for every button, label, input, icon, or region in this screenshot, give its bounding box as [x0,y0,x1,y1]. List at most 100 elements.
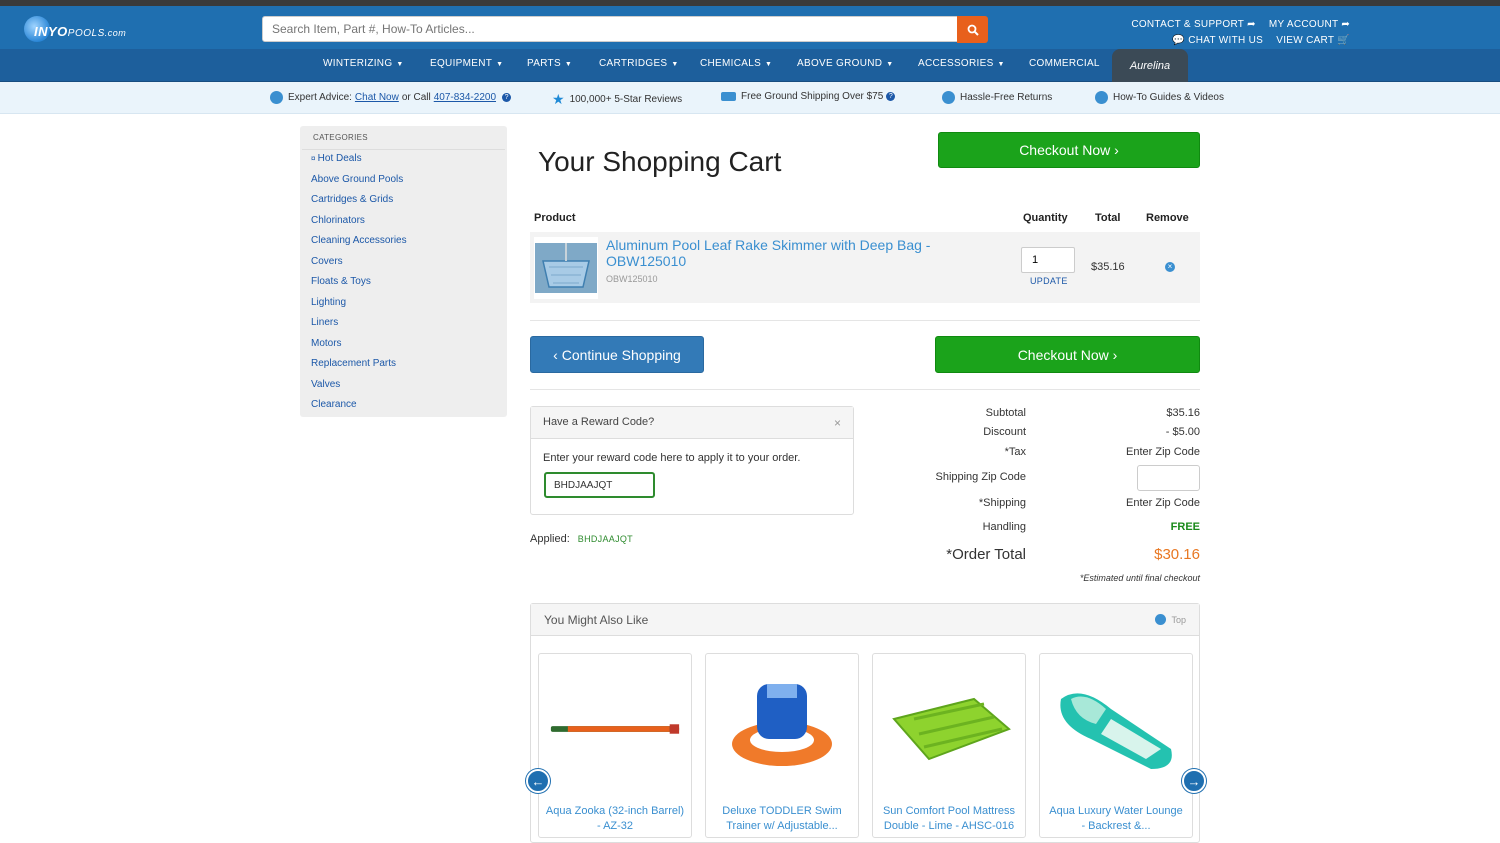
col-total: Total [1095,212,1121,224]
reviews-badge: ★ 100,000+ 5-Star Reviews [552,91,683,107]
phone-link[interactable]: 407-834-2200 [434,92,496,103]
reward-instructions: Enter your reward code here to apply it … [543,452,801,464]
applied-code-status: Applied: BHDJAAJQT [530,533,633,545]
applied-code-value: BHDJAAJQT [577,534,633,544]
product-image [883,664,1015,794]
tax-value: Enter Zip Code [1126,446,1200,458]
product-card-name[interactable]: Aqua Zooka (32-inch Barrel) - AZ-32 [545,804,685,834]
info-bar: Expert Advice: Chat Now or Call 407-834-… [0,82,1500,114]
search-icon [967,24,979,36]
nav-accessories[interactable]: ACCESSORIES ▼ [918,58,1005,69]
sidebar-item-cartridges[interactable]: Cartridges & Grids [311,194,393,205]
handling-value: FREE [1170,521,1200,533]
guides-link[interactable]: How-To Guides & Videos [1095,91,1224,104]
pool-mattress-image [892,697,1011,761]
close-icon[interactable]: × [834,416,841,430]
sidebar-item-lighting[interactable]: Lighting [311,297,346,308]
nav-equipment[interactable]: EQUIPMENT ▼ [430,58,503,69]
nav-chemicals[interactable]: CHEMICALS ▼ [700,58,772,69]
sidebar-item-replacement-parts[interactable]: Replacement Parts [311,358,396,369]
col-quantity: Quantity [1023,212,1068,224]
chevron-left-icon: ‹ [553,346,558,363]
checkout-now-button-top[interactable]: Checkout Now › [938,132,1200,168]
nav-brand-logo[interactable]: Aurelina [1112,49,1188,82]
product-image [549,664,681,794]
chevron-right-icon: › [1112,346,1118,363]
star-icon: ★ [552,91,565,107]
caret-down-icon: ▼ [671,61,679,68]
sidebar-item-above-ground-pools[interactable]: Above Ground Pools [311,174,403,185]
reward-code-panel: Have a Reward Code? × Enter your reward … [530,406,854,515]
checkout-now-button[interactable]: Checkout Now › [935,336,1200,373]
contact-support-link[interactable]: CONTACT & SUPPORT ➦ [1131,17,1256,33]
shipping-zip-input[interactable] [1137,465,1200,491]
help-icon[interactable]: ? [502,93,512,102]
product-card-name[interactable]: Deluxe TODDLER Swim Trainer w/ Adjustabl… [712,804,852,834]
order-total-value: $30.16 [1154,546,1200,563]
nav-parts[interactable]: PARTS ▼ [527,58,572,69]
product-card[interactable]: Aqua Luxury Water Lounge - Backrest &... [1039,653,1193,838]
quantity-input[interactable] [1021,247,1075,273]
nav-winterizing[interactable]: WINTERIZING ▼ [323,58,404,69]
product-thumbnail[interactable] [534,237,598,299]
sidebar-item-clearance[interactable]: Clearance [311,399,357,410]
view-cart-link[interactable]: VIEW CART 🛒 [1276,33,1350,49]
free-shipping: Free Ground Shipping Over $75 ? [721,91,896,102]
sidebar-item-floats[interactable]: Floats & Toys [311,276,371,287]
carousel-prev-arrow-icon[interactable]: ← [526,769,550,793]
update-link[interactable]: UPDATE [1030,276,1068,286]
caret-down-icon: ▼ [765,61,773,68]
sidebar-item-cleaning[interactable]: Cleaning Accessories [311,235,407,246]
product-image [716,664,848,794]
leaf-rake-image [535,243,597,293]
nav-commercial[interactable]: COMMERCIAL [1029,58,1100,69]
product-card-name[interactable]: Aqua Luxury Water Lounge - Backrest &... [1046,804,1186,834]
col-product: Product [534,212,576,224]
tax-label: *Tax [1004,446,1026,458]
chat-now-link[interactable]: Chat Now [355,92,399,103]
product-card[interactable]: Sun Comfort Pool Mattress Double - Lime … [872,653,1026,838]
chat-with-us-link[interactable]: 💬 CHAT WITH US [1172,33,1263,49]
site-logo[interactable]: INYOPOOLS.com [24,12,154,44]
product-card[interactable]: Aqua Zooka (32-inch Barrel) - AZ-32 [538,653,692,838]
divider [530,389,1200,390]
sidebar-item-motors[interactable]: Motors [311,338,342,349]
recommendations-header: You Might Also Like Top [531,604,1199,636]
returns-icon [942,91,955,104]
divider [530,320,1200,321]
product-sku: OBW125010 [606,274,658,284]
help-icon[interactable]: ? [886,92,896,101]
carousel-next-arrow-icon[interactable]: → [1182,769,1206,793]
sidebar-heading: CATEGORIES [302,126,505,150]
search-input[interactable] [262,16,958,42]
caret-down-icon: ▼ [396,61,404,68]
sidebar-item-hot-deals[interactable]: ¤ Hot Deals [311,153,362,164]
sidebar-item-valves[interactable]: Valves [311,379,340,390]
nav-above-ground[interactable]: ABOVE GROUND ▼ [797,58,894,69]
share-icon: ➦ [1247,19,1256,30]
share-icon: ➦ [1341,19,1350,30]
caret-down-icon: ▼ [886,61,894,68]
cart-icon: 🛒 [1337,35,1350,46]
continue-shopping-button[interactable]: ‹ Continue Shopping [530,336,704,373]
remove-icon[interactable]: × [1165,262,1175,272]
category-sidebar: CATEGORIES ¤ Hot Deals Above Ground Pool… [300,126,507,417]
sidebar-item-chlorinators[interactable]: Chlorinators [311,215,365,226]
sidebar-item-liners[interactable]: Liners [311,317,338,328]
top-link[interactable]: Top [1155,614,1186,625]
product-card[interactable]: Deluxe TODDLER Swim Trainer w/ Adjustabl… [705,653,859,838]
product-card-name[interactable]: Sun Comfort Pool Mattress Double - Lime … [879,804,1019,834]
col-remove: Remove [1146,212,1189,224]
chevron-right-icon: › [1114,142,1119,158]
search-button[interactable] [957,16,988,43]
line-total: $35.16 [1091,261,1125,273]
product-image [1050,664,1182,794]
reward-code-input[interactable] [544,472,655,498]
product-name-link[interactable]: Aluminum Pool Leaf Rake Skimmer with Dee… [606,237,976,269]
subtotal-label: Subtotal [985,407,1026,419]
estimate-note: *Estimated until final checkout [1079,573,1200,583]
sidebar-item-covers[interactable]: Covers [311,256,343,267]
nav-cartridges[interactable]: CARTRIDGES ▼ [599,58,679,69]
returns-badge: Hassle-Free Returns [942,91,1052,104]
my-account-link[interactable]: MY ACCOUNT ➦ [1269,17,1350,33]
